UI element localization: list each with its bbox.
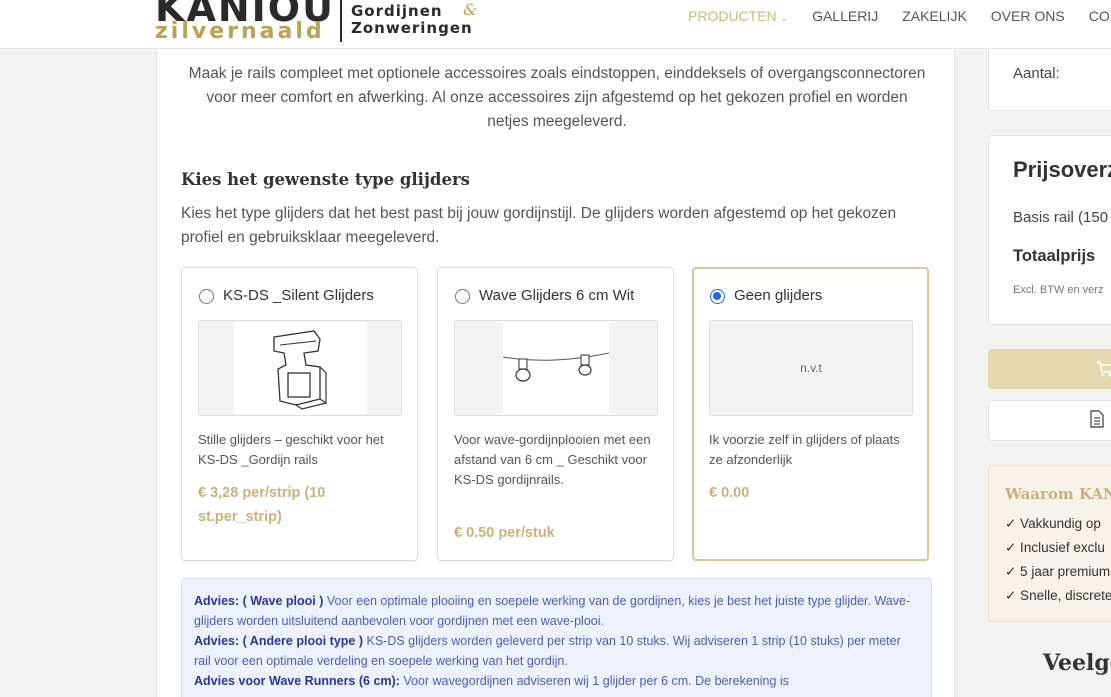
nav-item-zakelijk[interactable]: ZAKELIJK: [902, 8, 967, 24]
document-icon: [1090, 410, 1104, 428]
why-item: ✓ 5 jaar premium: [1005, 564, 1111, 579]
nav-item-gallerij[interactable]: GALLERIJ: [812, 8, 878, 24]
glider-option-none[interactable]: Geen glijders n.v.t Ik voorzie zelf in g…: [692, 267, 929, 561]
base-rail-line: Basis rail (150: [1013, 209, 1109, 226]
advice-text-wave-runners: Voor wavegordijnen adviseren wij 1 glijd…: [399, 674, 789, 688]
logo-ampersand: &: [463, 0, 478, 19]
logo-bottom-text: zilvernaald: [155, 19, 325, 44]
glider-radio-wave[interactable]: [455, 289, 470, 304]
configurator-panel: Maak je rails compleet met optionele acc…: [156, 0, 955, 697]
wave-glider-image: [454, 320, 658, 416]
advice-box: Advies: ( Wave plooi ) Voor een optimale…: [181, 578, 932, 697]
glider-option-price: € 0.50 per/stuk: [454, 525, 555, 541]
logo-separator: [340, 0, 342, 42]
excl-vat-note: Excl. BTW en verz: [1013, 284, 1104, 296]
faq-heading: Veelge: [1043, 650, 1111, 676]
accessories-intro-text: Maak je rails compleet met optionele acc…: [188, 65, 926, 130]
glider-option-name: Geen glijders: [734, 287, 823, 304]
glider-option-price: € 0.00: [709, 485, 750, 501]
no-glider-placeholder: n.v.t: [709, 320, 913, 416]
why-item: ✓ Snelle, discrete: [1005, 588, 1111, 603]
quantity-label: Aantal:: [1013, 65, 1060, 82]
glider-option-description: Stille glijders – geschikt voor het KS-D…: [198, 432, 384, 467]
advice-label-wave: Advies: ( Wave plooi ): [194, 594, 324, 608]
placeholder-text: n.v.t: [800, 361, 822, 375]
why-item: ✓ Inclusief exclu: [1005, 540, 1105, 555]
add-to-cart-button[interactable]: [988, 349, 1111, 389]
silent-glider-image: [198, 320, 402, 416]
nav-label: PRODUCTEN: [688, 8, 777, 24]
cart-icon: [1097, 361, 1111, 377]
quote-button[interactable]: [988, 400, 1111, 441]
logo-gordijnen-text: Gordijnen: [351, 2, 443, 20]
price-overview-card: Prijsoverz Basis rail (150 Totaalprijs E…: [988, 135, 1111, 325]
kaniou-logo[interactable]: KANIOU zilvernaald Gordijnen & Zonwering…: [155, 0, 485, 48]
glider-option-silent[interactable]: KS-DS _Silent Glijders Stille glijders –…: [181, 267, 418, 561]
nav-item-over-ons[interactable]: OVER ONS: [991, 8, 1065, 24]
glider-section-title: Kies het gewenste type glijders: [181, 170, 470, 189]
glider-option-wave[interactable]: Wave Glijders 6 cm Wit Voor wave-gordijn…: [437, 267, 674, 561]
glider-option-name: KS-DS _Silent Glijders: [223, 287, 374, 304]
total-price-label: Totaalprijs: [1013, 247, 1096, 265]
advice-label-wave-runners: Advies voor Wave Runners (6 cm):: [194, 674, 400, 688]
chevron-down-icon: ⌄: [779, 13, 789, 24]
advice-label-other: Advies: ( Andere plooi type ): [194, 634, 364, 648]
logo-zonweringen-text: Zonweringen: [351, 19, 473, 37]
glider-option-description: Ik voorzie zelf in glijders of plaats ze…: [709, 432, 900, 467]
glider-option-name: Wave Glijders 6 cm Wit: [479, 287, 635, 304]
main-nav: PRODUCTEN ⌄ GALLERIJ ZAKELIJK OVER ONS CO…: [688, 8, 1111, 24]
glider-radio-silent[interactable]: [199, 289, 214, 304]
glider-option-price: € 3,28 per/strip (10 st.per_strip): [198, 485, 326, 525]
site-header: KANIOU zilvernaald Gordijnen & Zonwering…: [0, 0, 1111, 49]
why-kaniou-card: Waarom KANIO ✓ Vakkundig op ✓ Inclusief …: [988, 465, 1111, 622]
glider-section-description: Kies het type glijders dat het best past…: [181, 205, 897, 246]
glider-radio-none[interactable]: [710, 289, 725, 304]
nav-item-producten[interactable]: PRODUCTEN ⌄: [688, 8, 788, 24]
glider-option-description: Voor wave-gordijnplooien met een afstand…: [454, 432, 651, 487]
nav-item-contact[interactable]: CON: [1089, 8, 1111, 24]
why-title: Waarom KANIO: [1005, 485, 1111, 503]
price-overview-title: Prijsoverz: [1013, 157, 1111, 182]
why-item: ✓ Vakkundig op: [1005, 516, 1101, 531]
